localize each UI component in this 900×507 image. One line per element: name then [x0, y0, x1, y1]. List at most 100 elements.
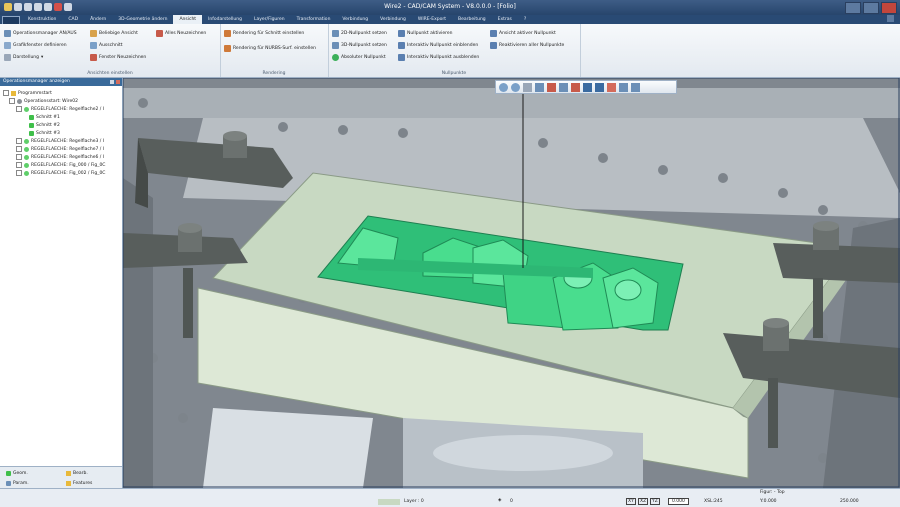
expand-icon[interactable]: [16, 138, 22, 144]
minimize-button[interactable]: [845, 2, 861, 14]
set-2d-zero-button[interactable]: 2D-Nullpunkt setzen: [332, 30, 387, 37]
value-field[interactable]: 0.000: [668, 498, 689, 505]
redraw-window-button[interactable]: Fenster Neuzeichnen: [90, 54, 146, 61]
view-active-zero-button[interactable]: Ansicht aktiver Nullpunkt: [490, 30, 556, 37]
collapse-icon[interactable]: [9, 98, 15, 104]
hide-interactive-zero-button[interactable]: Interaktiv Nullpunkt ausblenden: [398, 54, 479, 61]
count-indicator: 0: [510, 499, 513, 504]
zoom-box-icon[interactable]: [523, 82, 532, 92]
absolute-zero-button[interactable]: Absoluter Nullpunkt: [332, 54, 386, 61]
expand-icon[interactable]: [16, 162, 22, 168]
machining-icon: [66, 471, 71, 476]
render-cut-button[interactable]: Rendering für Schnitt einstellen: [224, 30, 304, 37]
panel-bottom-tabs: Geom. Bearb. Param. Features: [0, 466, 122, 489]
expand-icon[interactable]: [16, 154, 22, 160]
tree-node[interactable]: REGELFLAECHE: Fig_002 / Fig_0C: [0, 169, 122, 177]
cad-scene[interactable]: [123, 78, 900, 488]
zoom-window-button[interactable]: Ausschnitt: [90, 42, 123, 49]
curve-icon[interactable]: [583, 82, 592, 92]
previous-view-button[interactable]: Beliebige Ansicht: [90, 30, 138, 37]
ribbon-tab-bar: Konstruktion CAD Ändern 3D-Geometrie änd…: [0, 15, 900, 25]
chevron-down-icon: ▾: [41, 55, 44, 60]
expand-icon[interactable]: [16, 170, 22, 176]
activate-zero-icon: [398, 30, 405, 37]
collapse-icon[interactable]: [3, 90, 9, 96]
tree-node[interactable]: Schnitt #2: [0, 121, 122, 129]
tab-features[interactable]: Features: [62, 479, 120, 488]
display-dropdown[interactable]: Darstellung ▾: [4, 54, 43, 61]
tree-node[interactable]: Schnitt #1: [0, 113, 122, 121]
reactivate-all-zero-button[interactable]: Reaktivieren aller Nullpunkte: [490, 42, 564, 49]
close-button[interactable]: [881, 2, 897, 14]
graphic-window-button[interactable]: Grafikfenster definieren: [4, 42, 67, 49]
pan-icon[interactable]: [547, 82, 556, 92]
tree-node[interactable]: REGELFLAECHE: Regelflache3 / I: [0, 137, 122, 145]
tab-verbindung-1[interactable]: Verbindung: [336, 15, 374, 24]
tab-extras[interactable]: Extras: [492, 15, 518, 24]
fit-view-icon[interactable]: [535, 82, 544, 92]
spline-icon[interactable]: [595, 82, 604, 92]
redraw-all-button[interactable]: Alles Neuzeichnen: [156, 30, 206, 37]
tab-3d-geometrie[interactable]: 3D-Geometrie ändern: [112, 15, 173, 24]
eraser-icon[interactable]: [607, 82, 616, 92]
tab-aendern[interactable]: Ändern: [84, 15, 112, 24]
plane-xz-button[interactable]: XZ: [638, 498, 649, 505]
tree-node[interactable]: Schnitt #3: [0, 129, 122, 137]
view-cube-icon[interactable]: [631, 82, 640, 92]
tab-layer-figuren[interactable]: Layer/Figuren: [248, 15, 291, 24]
tab-cad[interactable]: CAD: [62, 15, 84, 24]
tab-help[interactable]: ?: [518, 15, 532, 24]
warning-icon: [11, 90, 16, 96]
shading-icon[interactable]: [619, 82, 628, 92]
help-icon[interactable]: [887, 15, 894, 22]
set-3d-zero-button[interactable]: 3D-Nullpunkt setzen: [332, 42, 387, 49]
tree-node[interactable]: Programmstart: [0, 89, 122, 97]
tree-node[interactable]: REGELFLAECHE: Regelflache7 / I: [0, 145, 122, 153]
panel-title-bar: Operationsmanager anzeigen: [0, 78, 122, 86]
zoom-in-icon[interactable]: [499, 82, 508, 92]
op-manager-button[interactable]: Operationsmanager AN/AUS: [4, 30, 77, 37]
ruled-surface-icon: [24, 170, 29, 176]
ruled-surface-icon: [24, 154, 29, 160]
view-icon: [90, 30, 97, 37]
activate-zero-button[interactable]: Nullpunkt aktivieren: [398, 30, 453, 37]
tree-node[interactable]: REGELFLAECHE: Fig_000 / Fig_0C: [0, 161, 122, 169]
render-nurbs-button[interactable]: Rendering für NURBS-Surf. einstellen: [224, 45, 316, 52]
panel-close-icon[interactable]: [116, 80, 120, 84]
graphics-viewport[interactable]: [123, 78, 900, 488]
cut-icon: [29, 114, 34, 120]
window-title: Wire2 - CAD/CAM System - V8.0.0.0 - [Fol…: [384, 3, 516, 10]
show-interactive-zero-button[interactable]: Interaktiv Nullpunkt einblenden: [398, 42, 478, 49]
layer-indicator[interactable]: Layer : 0: [404, 499, 424, 504]
cut-icon: [29, 122, 34, 128]
zoom-icon: [90, 42, 97, 49]
measure-icon[interactable]: [571, 82, 580, 92]
tab-ansicht[interactable]: Ansicht: [173, 15, 203, 24]
snap-icon[interactable]: ◈: [498, 498, 501, 503]
tab-transformation[interactable]: Transformation: [291, 15, 337, 24]
tree-node[interactable]: REGELFLAECHE: Regelflache6 / I: [0, 153, 122, 161]
plane-yz-button[interactable]: YZ: [650, 498, 660, 505]
tree-node[interactable]: REGELFLAECHE: Regelflache2 / I: [0, 105, 122, 113]
rotate-icon[interactable]: [559, 82, 568, 92]
tab-machining[interactable]: Bearb.: [62, 469, 120, 478]
group-rendering: Rendering für Schnitt einstellen Renderi…: [220, 24, 329, 77]
reactivate-zero-icon: [490, 42, 497, 49]
tree-node[interactable]: Operationsstart: Wire02: [0, 97, 122, 105]
ruled-surface-icon: [24, 138, 29, 144]
pin-icon[interactable]: [110, 80, 114, 84]
show-zero-icon: [398, 42, 405, 49]
layer-color-swatch[interactable]: [378, 499, 400, 505]
tab-geometry[interactable]: Geom.: [2, 469, 60, 478]
maximize-button[interactable]: [863, 2, 879, 14]
zoom-out-icon[interactable]: [511, 82, 520, 92]
tab-verbindung-2[interactable]: Verbindung: [374, 15, 412, 24]
expand-icon[interactable]: [16, 146, 22, 152]
tab-parameters[interactable]: Param.: [2, 479, 60, 488]
tab-infodarstellung[interactable]: Infodarstellung: [202, 15, 248, 24]
tab-konstruktion[interactable]: Konstruktion: [22, 15, 62, 24]
tab-bearbeitung[interactable]: Bearbeitung: [452, 15, 492, 24]
collapse-icon[interactable]: [16, 106, 22, 112]
plane-xy-button[interactable]: XY: [626, 498, 636, 505]
tab-wire-export[interactable]: WIRE-Export: [412, 15, 452, 24]
